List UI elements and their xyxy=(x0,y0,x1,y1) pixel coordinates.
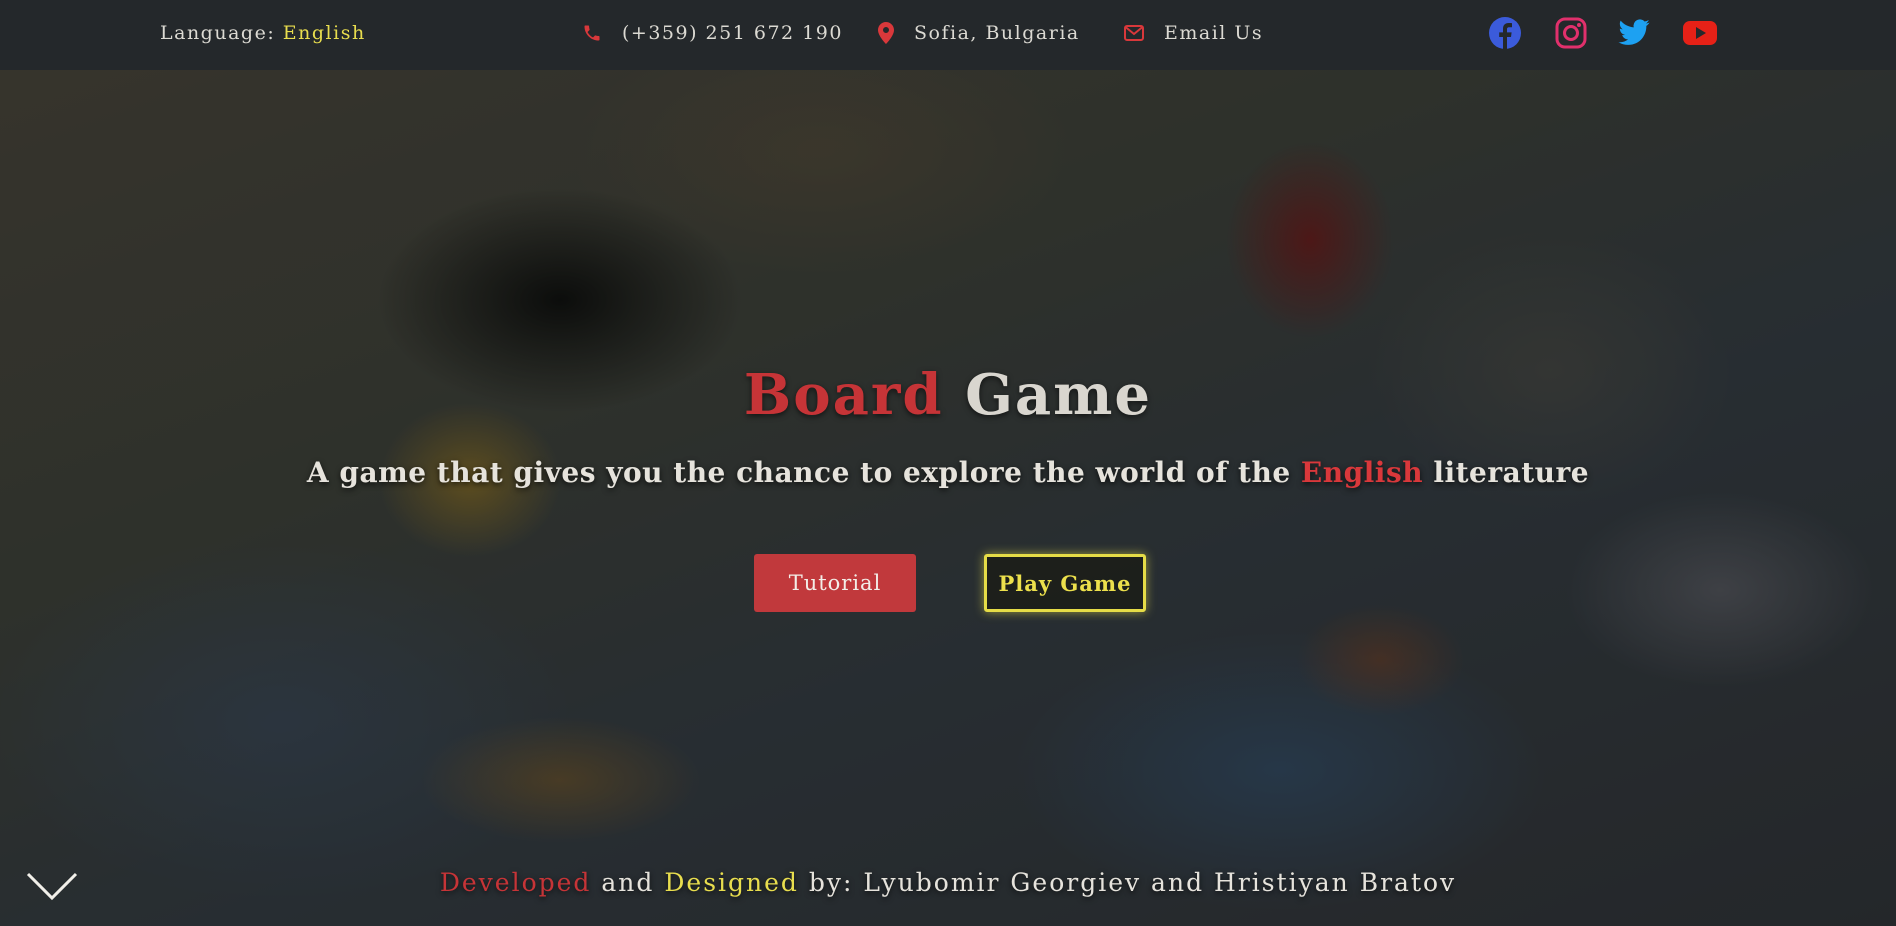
title-word-board: Board xyxy=(743,362,944,428)
location-contact[interactable]: Sofia, Bulgaria xyxy=(878,22,1080,44)
facebook-icon[interactable] xyxy=(1488,16,1522,55)
subtitle-highlight: English xyxy=(1300,456,1424,489)
play-game-button[interactable]: Play Game xyxy=(984,554,1146,612)
email-contact[interactable]: Email Us xyxy=(1124,22,1263,44)
youtube-icon[interactable] xyxy=(1682,16,1718,55)
email-link[interactable]: Email Us xyxy=(1164,22,1263,44)
title-word-game: Game xyxy=(965,362,1153,428)
twitter-icon[interactable] xyxy=(1616,16,1652,55)
top-bar: Language: English (+359) 251 672 190 Sof… xyxy=(0,0,1896,70)
credits-line: Developed and Designed by: Lyubomir Geor… xyxy=(0,868,1896,897)
phone-number: (+359) 251 672 190 xyxy=(622,22,843,44)
credits-authors: by: Lyubomir Georgiev and Hristiyan Brat… xyxy=(808,868,1457,897)
subtitle-text-after: literature xyxy=(1433,456,1590,489)
envelope-icon xyxy=(1124,25,1144,41)
credits-developed: Developed xyxy=(439,868,592,897)
credits-and: and xyxy=(601,868,655,897)
phone-contact[interactable]: (+359) 251 672 190 xyxy=(582,22,843,44)
language-label: Language: xyxy=(160,22,276,44)
map-pin-icon xyxy=(878,22,894,44)
language-selector[interactable]: Language: English xyxy=(160,22,366,44)
instagram-icon[interactable] xyxy=(1554,16,1588,55)
page-title: Board Game xyxy=(0,362,1896,428)
subtitle-text-before: A game that gives you the chance to expl… xyxy=(306,456,1291,489)
language-value[interactable]: English xyxy=(283,22,366,44)
tutorial-button[interactable]: Tutorial xyxy=(754,554,916,612)
phone-icon xyxy=(582,23,602,43)
credits-designed: Designed xyxy=(664,868,799,897)
hero-section: Board Game A game that gives you the cha… xyxy=(0,70,1896,926)
chevron-down-icon[interactable] xyxy=(26,870,78,906)
location-text: Sofia, Bulgaria xyxy=(914,22,1080,44)
hero-subtitle: A game that gives you the chance to expl… xyxy=(0,456,1896,489)
